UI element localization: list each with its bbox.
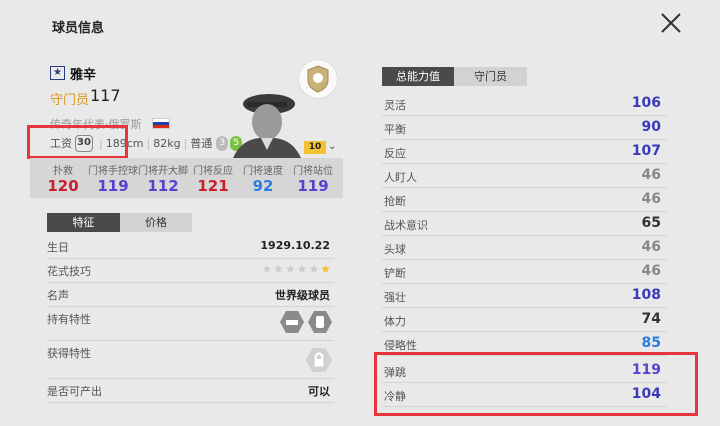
close-icon[interactable] [659,11,683,35]
stat-row: 铲断 46 [382,260,667,284]
icon-card-badge [299,60,337,98]
player-body-type: 普通 [190,137,213,150]
tab-traits[interactable]: 特征 [47,213,120,232]
stat-row: 战术意识 65 [382,212,667,236]
star-rating-icon: ★★★★★★ [261,262,332,276]
gk-stat: 门将速度 92 [243,166,283,195]
player-weight: 82kg [153,136,181,150]
player-name: 雅辛 [70,68,97,83]
player-overall: 117 [90,86,121,105]
stat-row: 平衡 90 [382,116,667,140]
info-row-reputation: 名声 世界级球员 [47,283,334,307]
player-position: 守门员 [50,93,90,108]
info-row-producible: 是否可产出 可以 [47,379,334,403]
stat-row: 人盯人 46 [382,164,667,188]
tab-price[interactable]: 价格 [120,213,192,232]
tab-goalkeeper[interactable]: 守门员 [454,67,527,86]
player-portrait [233,94,301,158]
highlight-box-stats [374,352,698,416]
chevron-down-icon[interactable]: ⌄ [328,141,336,152]
gk-stats-band: 扑救 120 门将手控球 119 门将开大脚 112 门将反应 121 门将速度 92 门… [30,158,343,198]
trait-punch-icon[interactable] [280,310,304,334]
info-row-owned-traits: 持有特性 [47,307,334,341]
tab-overall-stats[interactable]: 总能力值 [382,67,454,86]
stat-row: 头球 46 [382,236,667,260]
gk-stat: 扑救 120 [47,166,79,195]
info-row-acquired-traits: 获得特性 [47,341,334,379]
stat-row: 体力 74 [382,308,667,332]
stat-row: 反应 107 [382,140,667,164]
gk-stat: 门将站位 119 [293,166,333,195]
page-title: 球员信息 [52,21,105,36]
level-badge[interactable]: 10 [304,141,326,154]
left-tab-bar: 特征 价格 [47,213,192,232]
stat-row: 灵活 106 [382,92,667,116]
info-row-skill-moves: 花式技巧 ★★★★★★ [47,259,334,283]
info-row-birthday: 生日 1929.10.22 [47,235,334,259]
gk-stat: 门将反应 121 [193,166,233,195]
gk-stat: 门将开大脚 112 [138,166,188,195]
highlight-box-wage [27,125,128,159]
weak-foot-badge: 3 [216,135,229,151]
russia-flag-icon [152,118,170,129]
lock-icon [306,348,332,372]
stat-row: 强壮 108 [382,284,667,308]
star-icon: ★ [50,66,65,80]
gk-stat: 门将手控球 119 [88,166,138,195]
right-tab-bar: 总能力值 守门员 [382,67,527,86]
trait-glove-icon[interactable] [308,310,332,334]
stat-row: 抢断 46 [382,188,667,212]
